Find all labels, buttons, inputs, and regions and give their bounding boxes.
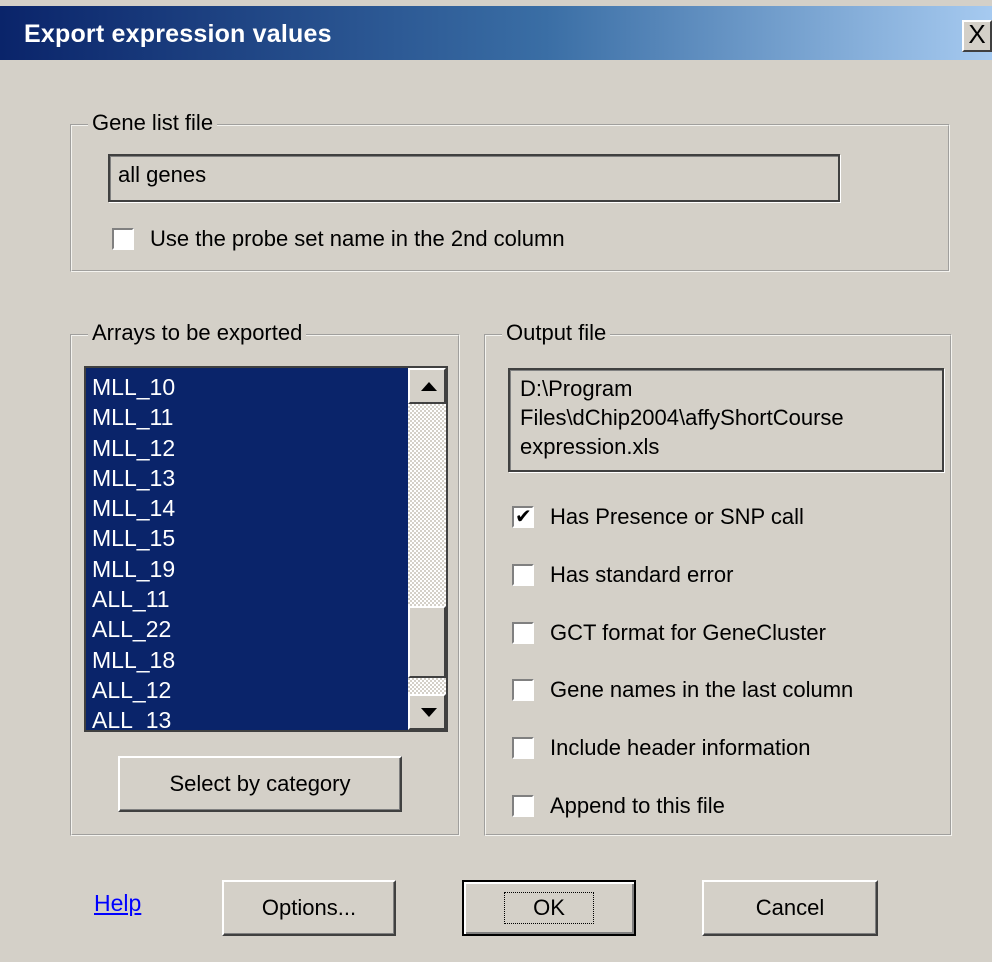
array-list-item[interactable]: MLL_10 bbox=[86, 372, 446, 402]
output-option[interactable]: Include header information bbox=[512, 735, 811, 761]
cancel-button[interactable]: Cancel bbox=[702, 880, 878, 936]
array-list-item[interactable]: MLL_18 bbox=[86, 645, 446, 675]
option-checkbox[interactable] bbox=[512, 504, 534, 529]
window-title: Export expression values bbox=[24, 20, 332, 48]
options-button[interactable]: Options... bbox=[222, 880, 396, 936]
option-label: Append to this file bbox=[550, 793, 725, 818]
probe-set-checkbox[interactable] bbox=[112, 228, 134, 250]
arrays-listbox[interactable]: MLL_10 MLL_11 MLL_12 MLL_13 MLL_14 MLL_15 MLL_… bbox=[84, 366, 448, 732]
help-link[interactable]: Help bbox=[94, 890, 141, 917]
ok-button[interactable]: OK bbox=[462, 880, 636, 936]
arrays-legend: Arrays to be exported bbox=[88, 320, 307, 346]
array-list-item[interactable]: MLL_11 bbox=[86, 402, 446, 432]
option-label: Gene names in the last column bbox=[550, 677, 854, 703]
gene-list-field[interactable]: all genes bbox=[108, 154, 840, 202]
probe-set-option[interactable]: Use the probe set name in the 2nd column bbox=[112, 226, 565, 252]
title-bar[interactable]: Export expression values X bbox=[0, 6, 992, 60]
option-checkbox[interactable] bbox=[512, 679, 534, 702]
arrow-up-icon bbox=[421, 382, 437, 391]
output-path-line: Files\dChip2004\affyShortCourse bbox=[520, 405, 844, 430]
scroll-down-button[interactable] bbox=[408, 694, 446, 730]
option-checkbox[interactable] bbox=[512, 737, 534, 760]
option-label: Has standard error bbox=[550, 561, 734, 587]
gene-list-legend: Gene list file bbox=[88, 110, 218, 136]
arrays-group: Arrays to be exported MLL_10 MLL_11 MLL_12… bbox=[70, 320, 460, 836]
output-group: Output file D:\Program Files\dChip2004\a… bbox=[484, 320, 952, 836]
export-dialog: Export expression values X Gene list fil… bbox=[0, 0, 992, 962]
option-checkbox[interactable] bbox=[512, 795, 534, 817]
scroll-thumb[interactable] bbox=[408, 606, 446, 678]
output-option[interactable]: Has standard error bbox=[512, 562, 733, 588]
gene-list-group: Gene list file all genes Use the probe s… bbox=[70, 110, 950, 272]
array-list-item[interactable]: MLL_15 bbox=[86, 523, 446, 553]
array-list-item[interactable]: MLL_12 bbox=[86, 433, 446, 463]
ok-label: OK bbox=[504, 892, 594, 924]
array-list-item[interactable]: MLL_19 bbox=[86, 554, 446, 584]
array-list-item[interactable]: ALL_11 bbox=[86, 584, 446, 614]
scroll-up-button[interactable] bbox=[408, 368, 446, 404]
output-option[interactable]: GCT format for GeneCluster bbox=[512, 620, 826, 646]
output-path-line: D:\Program bbox=[520, 376, 633, 401]
array-list-item[interactable]: ALL_13 bbox=[86, 705, 446, 730]
close-icon: X bbox=[968, 19, 986, 49]
array-list-item[interactable]: ALL_22 bbox=[86, 614, 446, 644]
option-label: GCT format for GeneCluster bbox=[550, 619, 826, 645]
close-button[interactable]: X bbox=[962, 20, 992, 52]
option-label: Include header information bbox=[550, 735, 811, 761]
output-path-line: expression.xls bbox=[520, 434, 660, 459]
output-option[interactable]: Gene names in the last column bbox=[512, 677, 853, 703]
array-list-item[interactable]: MLL_14 bbox=[86, 493, 446, 523]
output-option[interactable]: Has Presence or SNP call bbox=[512, 504, 804, 530]
array-list-item[interactable]: ALL_12 bbox=[86, 675, 446, 705]
option-checkbox[interactable] bbox=[512, 563, 534, 586]
option-label: Has Presence or SNP call bbox=[550, 504, 804, 529]
arrays-scrollbar[interactable] bbox=[408, 368, 446, 730]
arrow-down-icon bbox=[421, 708, 437, 717]
arrays-list: MLL_10 MLL_11 MLL_12 MLL_13 MLL_14 MLL_15 MLL_… bbox=[86, 368, 446, 730]
option-checkbox[interactable] bbox=[512, 621, 534, 644]
output-legend: Output file bbox=[502, 320, 611, 346]
output-option[interactable]: Append to this file bbox=[512, 793, 725, 819]
output-path-field[interactable]: D:\Program Files\dChip2004\affyShortCour… bbox=[508, 368, 944, 472]
select-by-category-button[interactable]: Select by category bbox=[118, 756, 402, 812]
array-list-item[interactable]: MLL_13 bbox=[86, 463, 446, 493]
probe-set-label: Use the probe set name in the 2nd column bbox=[150, 226, 565, 251]
